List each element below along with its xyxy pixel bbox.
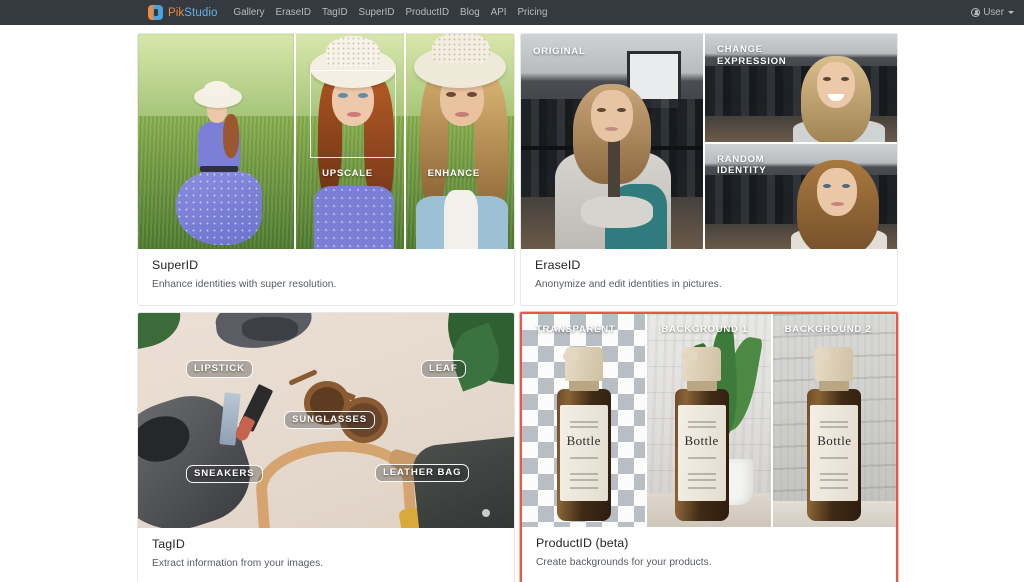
card-productid[interactable]: Bottle TRANSPARENT Bottle BACKGROUND 1 B… xyxy=(520,312,898,582)
eraseid-illustration: ORIGINAL CHANGE EXPRESSION RANDOM IDENTI… xyxy=(521,34,897,249)
bottle-render-transparent: Bottle xyxy=(551,347,617,523)
eraseid-label-random-line2: IDENTITY xyxy=(717,165,767,177)
pikstudio-logo-icon xyxy=(148,5,163,20)
eraseid-label-random-identity: RANDOM IDENTITY xyxy=(717,154,766,178)
superid-panel-enhance: ENHANCE xyxy=(403,34,514,249)
bottle-label-text-2: Bottle xyxy=(684,433,719,448)
superid-label-upscale: UPSCALE xyxy=(322,168,373,179)
tagid-tag-leaf: LEAF xyxy=(421,360,466,378)
card-superid-title: SuperID xyxy=(152,258,199,272)
nav-link-pricing[interactable]: Pricing xyxy=(517,7,547,18)
superid-figure-1 xyxy=(176,81,262,249)
eraseid-label-change-expression: CHANGE EXPRESSION xyxy=(717,44,786,68)
productid-label-background-1: BACKGROUND 1 xyxy=(661,324,749,335)
brand-name: PikStudio xyxy=(168,7,218,19)
tagid-illustration: LIPSTICK LEAF SUNGLASSES SNEAKERS LEATHE… xyxy=(138,313,514,528)
card-productid-body: ProductID (beta) Create backgrounds for … xyxy=(522,527,896,582)
card-eraseid-title: EraseID xyxy=(535,258,581,272)
productid-label-background-2: BACKGROUND 2 xyxy=(784,324,872,335)
bottle-label-text-1: Bottle xyxy=(566,433,601,448)
card-superid[interactable]: UPSCALE ENHANCE SuperID Enhance identiti… xyxy=(137,33,515,306)
productid-panel-background-2: Bottle BACKGROUND 2 xyxy=(770,314,896,527)
user-icon xyxy=(971,8,981,17)
upscale-selection-frame xyxy=(310,70,397,158)
card-superid-description: Enhance identities with super resolution… xyxy=(152,279,337,290)
nav-link-productid[interactable]: ProductID xyxy=(405,7,449,18)
user-menu[interactable]: User xyxy=(971,0,1014,25)
productid-label-transparent: TRANSPARENT xyxy=(536,324,616,335)
navbar-center-group: PikStudio Gallery EraseID TagID SuperID … xyxy=(148,5,547,20)
eraseid-panel-random-identity: RANDOM IDENTITY xyxy=(703,141,897,249)
productid-panel-background-1: Bottle BACKGROUND 1 xyxy=(645,314,771,527)
tagid-tag-lipstick: LIPSTICK xyxy=(186,360,253,378)
bottle-render-bg1: Bottle xyxy=(669,347,735,523)
card-tagid-description: Extract information from your images. xyxy=(152,558,324,569)
productid-illustration: Bottle TRANSPARENT Bottle BACKGROUND 1 B… xyxy=(522,314,896,527)
card-eraseid[interactable]: ORIGINAL CHANGE EXPRESSION RANDOM IDENTI… xyxy=(520,33,898,306)
nav-link-api[interactable]: API xyxy=(491,7,507,18)
nav-link-superid[interactable]: SuperID xyxy=(359,7,395,18)
nav-link-eraseid[interactable]: EraseID xyxy=(276,7,311,18)
brand-name-prefix: Pik xyxy=(168,6,185,19)
page-content: UPSCALE ENHANCE SuperID Enhance identiti… xyxy=(0,33,1024,582)
tagid-tag-sunglasses: SUNGLASSES xyxy=(284,411,376,429)
chevron-down-icon xyxy=(1008,11,1014,14)
tagid-tag-leather-bag: LEATHER BAG xyxy=(375,464,470,482)
card-eraseid-description: Anonymize and edit identities in picture… xyxy=(535,279,722,290)
eraseid-label-original: ORIGINAL xyxy=(533,46,586,57)
bottle-label-text-3: Bottle xyxy=(817,433,852,448)
card-productid-title: ProductID (beta) xyxy=(536,536,629,550)
card-tagid[interactable]: LIPSTICK LEAF SUNGLASSES SNEAKERS LEATHE… xyxy=(137,312,515,582)
eraseid-panel-change-expression: CHANGE EXPRESSION xyxy=(703,34,897,142)
productid-panel-transparent: Bottle TRANSPARENT xyxy=(522,314,646,527)
superid-illustration: UPSCALE ENHANCE xyxy=(138,34,514,249)
card-eraseid-body: EraseID Anonymize and edit identities in… xyxy=(521,249,897,305)
navbar-links: Gallery EraseID TagID SuperID ProductID … xyxy=(234,7,548,18)
eraseid-label-change-line1: CHANGE xyxy=(717,44,763,55)
eraseid-label-random-line1: RANDOM xyxy=(717,153,765,165)
superid-label-enhance: ENHANCE xyxy=(427,168,480,179)
eraseid-label-change-line2: EXPRESSION xyxy=(717,55,787,67)
card-eraseid-media: ORIGINAL CHANGE EXPRESSION RANDOM IDENTI… xyxy=(521,34,897,249)
superid-figure-3 xyxy=(410,34,514,249)
nav-link-gallery[interactable]: Gallery xyxy=(234,7,265,18)
product-card-grid: UPSCALE ENHANCE SuperID Enhance identiti… xyxy=(137,33,1024,582)
card-productid-media: Bottle TRANSPARENT Bottle BACKGROUND 1 B… xyxy=(522,314,896,527)
superid-panel-original xyxy=(138,34,295,249)
top-navbar: PikStudio Gallery EraseID TagID SuperID … xyxy=(0,0,1024,25)
brand-name-suffix: Studio xyxy=(184,6,218,19)
card-superid-body: SuperID Enhance identities with super re… xyxy=(138,249,514,305)
card-tagid-media: LIPSTICK LEAF SUNGLASSES SNEAKERS LEATHE… xyxy=(138,313,514,528)
user-menu-label: User xyxy=(983,7,1004,18)
card-superid-media: UPSCALE ENHANCE xyxy=(138,34,514,249)
nav-link-blog[interactable]: Blog xyxy=(460,7,480,18)
card-productid-description: Create backgrounds for your products. xyxy=(536,557,712,568)
eraseid-panel-original: ORIGINAL xyxy=(521,34,703,249)
brand-logo-link[interactable]: PikStudio xyxy=(148,5,218,20)
eraseid-right-column: CHANGE EXPRESSION RANDOM IDENTITY xyxy=(703,34,897,249)
bottle-render-bg2: Bottle xyxy=(801,347,867,523)
tagid-tag-sneakers: SNEAKERS xyxy=(186,465,263,483)
card-tagid-body: TagID Extract information from your imag… xyxy=(138,528,514,582)
superid-panel-upscale: UPSCALE xyxy=(294,34,404,249)
nav-link-tagid[interactable]: TagID xyxy=(322,7,348,18)
card-tagid-title: TagID xyxy=(152,537,185,551)
